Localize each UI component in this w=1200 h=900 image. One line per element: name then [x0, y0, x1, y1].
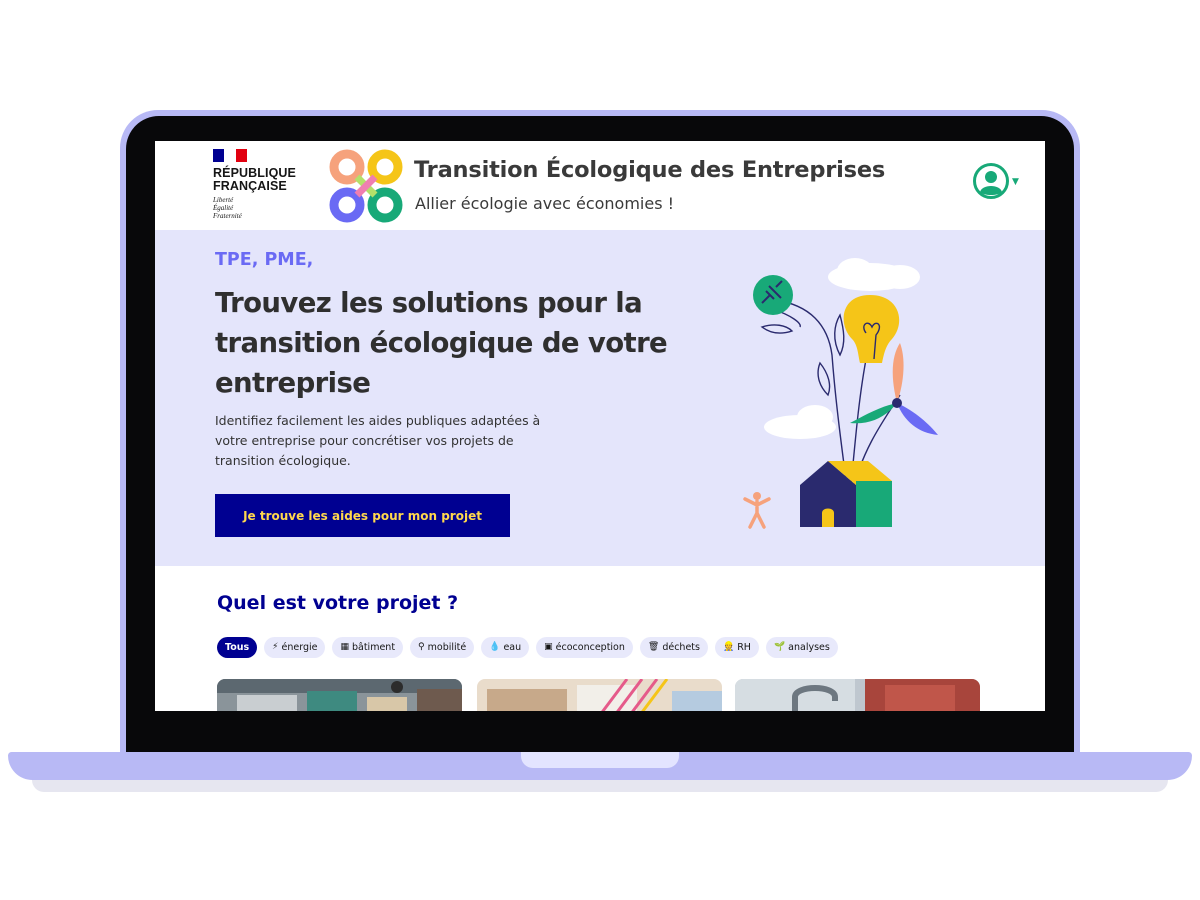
filter-chip-dechets[interactable]: 🗑 déchets — [639, 637, 708, 658]
filter-chip-label: écoconception — [555, 642, 625, 653]
motto-egalite: Égalité — [213, 204, 234, 212]
filter-chip-label: mobilité — [427, 642, 467, 653]
trash-icon: 🗑 — [647, 642, 660, 652]
water-tap-photo — [735, 679, 980, 711]
ecodesign-icon: ▣ — [544, 642, 553, 652]
filter-chip-label: bâtiment — [351, 642, 396, 653]
project-card-image[interactable] — [735, 679, 980, 711]
filter-chip-label: RH — [737, 642, 751, 653]
filter-chip-ecoconception[interactable]: ▣ écoconception — [536, 637, 633, 658]
tee-logo-icon[interactable] — [329, 149, 403, 223]
bicycle-icon: ⚲ — [418, 642, 425, 652]
seedling-icon: 🌱 — [773, 642, 786, 652]
lightning-icon: ⚡ — [272, 642, 279, 652]
water-drop-icon: 💧 — [489, 642, 501, 652]
project-filter-bar: Tous ⚡ énergie ▦ bâtiment ⚲ mobilité 💧 e… — [217, 637, 838, 658]
hero-kicker: TPE, PME, — [215, 250, 314, 270]
filter-chip-batiment[interactable]: ▦ bâtiment — [332, 637, 404, 658]
motto-liberte: Liberté — [213, 196, 234, 204]
project-card-image[interactable] — [477, 679, 722, 711]
account-button[interactable]: ▼ — [973, 163, 1023, 203]
republic-name: RÉPUBLIQUE FRANÇAISE — [213, 167, 323, 193]
project-card-image[interactable] — [217, 679, 462, 711]
filter-chip-tous[interactable]: Tous — [217, 637, 258, 658]
chevron-down-icon: ▼ — [1012, 177, 1019, 187]
laptop-notch — [521, 752, 679, 768]
filter-chip-energie[interactable]: ⚡ énergie — [264, 637, 326, 658]
republic-motto: Liberté Égalité Fraternité — [213, 196, 273, 220]
filter-chip-label: analyses — [788, 642, 830, 653]
motto-fraternite: Fraternité — [213, 212, 242, 220]
filter-chip-label: eau — [503, 642, 522, 653]
design-desk-photo — [477, 679, 722, 711]
filter-chip-label: Tous — [225, 642, 250, 653]
worker-icon: 👷 — [722, 642, 735, 652]
building-icon: ▦ — [340, 642, 349, 652]
find-aids-button[interactable]: Je trouve les aides pour mon projet — [215, 494, 510, 537]
filter-chip-eau[interactable]: 💧 eau — [481, 637, 530, 658]
project-section: Quel est votre projet ? Tous ⚡ énergie ▦… — [155, 566, 1045, 711]
browser-screen: RÉPUBLIQUE FRANÇAISE Liberté Égalité Fra… — [155, 141, 1045, 711]
site-tagline: Allier écologie avec économies ! — [415, 194, 675, 213]
republic-name-line2: FRANÇAISE — [213, 179, 287, 193]
filter-chip-label: énergie — [281, 642, 318, 653]
factory-machine-photo — [217, 679, 462, 711]
hero-title: Trouvez les solutions pour la transition… — [215, 287, 668, 399]
filter-chip-label: déchets — [662, 642, 700, 653]
hero-section: TPE, PME, Trouvez les solutions pour la … — [155, 230, 1045, 566]
site-header: RÉPUBLIQUE FRANÇAISE Liberté Égalité Fra… — [155, 141, 1045, 230]
project-section-title: Quel est votre projet ? — [217, 592, 459, 614]
hero-description: Identifiez facilement les aides publique… — [215, 413, 541, 468]
laptop-base-shadow — [32, 780, 1168, 792]
filter-chip-mobilite[interactable]: ⚲ mobilité — [410, 637, 475, 658]
filter-chip-analyses[interactable]: 🌱 analyses — [765, 637, 838, 658]
user-account-icon — [973, 163, 1009, 199]
site-title[interactable]: Transition Écologique des Entreprises — [414, 157, 885, 183]
french-flag-icon — [213, 149, 247, 162]
hero-illustration — [743, 258, 938, 529]
filter-chip-rh[interactable]: 👷 RH — [714, 637, 759, 658]
